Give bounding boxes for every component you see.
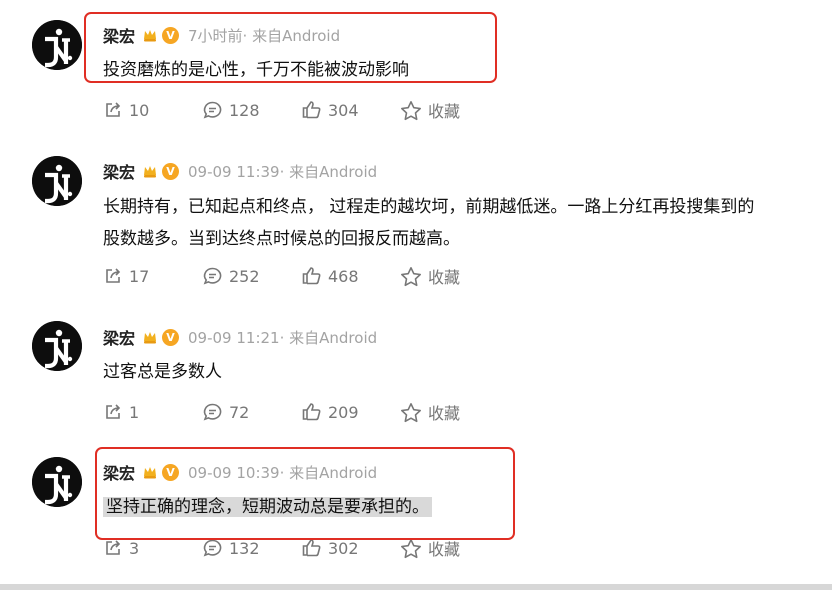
post-meta: 梁宏 V 09-09 11:21· 来自Android bbox=[103, 326, 377, 348]
verified-v-icon: V bbox=[162, 463, 180, 481]
post-time-source[interactable]: 7小时前· 来自Android bbox=[188, 25, 340, 46]
author-name[interactable]: 梁宏 bbox=[103, 23, 135, 47]
star-icon bbox=[401, 100, 421, 120]
avatar[interactable] bbox=[32, 20, 82, 70]
like-button[interactable]: 304 bbox=[301, 99, 359, 121]
like-count: 302 bbox=[328, 538, 359, 558]
post-text-line: 过客总是多数人 bbox=[103, 362, 222, 382]
avatar[interactable] bbox=[32, 321, 82, 371]
comment-icon bbox=[203, 101, 222, 119]
repost-count: 3 bbox=[129, 538, 140, 558]
comment-button[interactable]: 132 bbox=[202, 537, 260, 559]
favorite-label: 收藏 bbox=[428, 404, 461, 423]
comment-button[interactable]: 72 bbox=[202, 401, 249, 423]
repost-count: 17 bbox=[129, 266, 150, 286]
repost-icon bbox=[106, 404, 121, 419]
repost-icon bbox=[106, 540, 121, 555]
comment-count: 72 bbox=[229, 402, 250, 422]
favorite-label: 收藏 bbox=[428, 268, 461, 287]
like-count: 209 bbox=[328, 402, 359, 422]
like-button[interactable]: 209 bbox=[301, 401, 359, 423]
post-time-source[interactable]: 09-09 11:21· 来自Android bbox=[188, 327, 377, 348]
post-meta: 梁宏 V 09-09 10:39· 来自Android bbox=[103, 461, 377, 483]
post-text: 过客总是多数人 bbox=[103, 356, 828, 388]
like-icon bbox=[302, 539, 321, 557]
post-meta: 梁宏 V 7小时前· 来自Android bbox=[103, 24, 340, 46]
comment-button[interactable]: 128 bbox=[202, 99, 260, 121]
avatar[interactable] bbox=[32, 156, 82, 206]
bottom-scrollbar-track[interactable] bbox=[0, 584, 832, 590]
crown-badge-icon bbox=[142, 329, 158, 345]
author-name[interactable]: 梁宏 bbox=[103, 460, 135, 484]
repost-button[interactable]: 17 bbox=[103, 265, 149, 287]
repost-button[interactable]: 3 bbox=[103, 537, 139, 559]
like-count: 304 bbox=[328, 100, 359, 120]
comment-icon bbox=[203, 539, 222, 557]
post-text-line: 坚持正确的理念，短期波动总是要承担的。 bbox=[103, 497, 432, 517]
verified-v-icon: V bbox=[162, 328, 180, 346]
repost-button[interactable]: 10 bbox=[103, 99, 149, 121]
favorite-button[interactable]: 收藏 bbox=[400, 265, 460, 287]
like-button[interactable]: 302 bbox=[301, 537, 359, 559]
star-icon bbox=[401, 538, 421, 558]
post-text: 投资磨炼的是心性，千万不能被波动影响 bbox=[103, 54, 828, 86]
like-button[interactable]: 468 bbox=[301, 265, 359, 287]
favorite-label: 收藏 bbox=[428, 540, 461, 559]
avatar[interactable] bbox=[32, 457, 82, 507]
favorite-button[interactable]: 收藏 bbox=[400, 401, 460, 423]
author-name[interactable]: 梁宏 bbox=[103, 159, 135, 183]
like-count: 468 bbox=[328, 266, 359, 286]
comment-button[interactable]: 252 bbox=[202, 265, 260, 287]
crown-badge-icon bbox=[142, 464, 158, 480]
crown-badge-icon bbox=[142, 27, 158, 43]
repost-button[interactable]: 1 bbox=[103, 401, 139, 423]
favorite-button[interactable]: 收藏 bbox=[400, 537, 460, 559]
post-meta: 梁宏 V 09-09 11:39· 来自Android bbox=[103, 160, 377, 182]
comment-count: 252 bbox=[229, 266, 260, 286]
post-text: 长期持有，已知起点和终点， 过程走的越坎坷，前期越低迷。一路上分红再投搜集到的 … bbox=[103, 191, 828, 255]
post-text-line: 股数越多。当到达终点时候总的回报反而越高。 bbox=[103, 229, 460, 249]
comment-icon bbox=[203, 403, 222, 421]
like-icon bbox=[302, 267, 321, 285]
crown-badge-icon bbox=[142, 163, 158, 179]
star-icon bbox=[401, 266, 421, 286]
verified-v-icon: V bbox=[162, 26, 180, 44]
star-icon bbox=[401, 402, 421, 422]
favorite-label: 收藏 bbox=[428, 102, 461, 121]
repost-count: 1 bbox=[129, 402, 140, 422]
comment-count: 128 bbox=[229, 100, 260, 120]
post-time-source[interactable]: 09-09 11:39· 来自Android bbox=[188, 161, 377, 182]
favorite-button[interactable]: 收藏 bbox=[400, 99, 460, 121]
repost-count: 10 bbox=[129, 100, 150, 120]
post-text: 坚持正确的理念，短期波动总是要承担的。 bbox=[103, 491, 828, 523]
like-icon bbox=[302, 403, 321, 421]
verified-v-icon: V bbox=[162, 162, 180, 180]
author-name[interactable]: 梁宏 bbox=[103, 325, 135, 349]
repost-icon bbox=[106, 102, 121, 117]
comment-icon bbox=[203, 267, 222, 285]
post-text-line: 长期持有，已知起点和终点， 过程走的越坎坷，前期越低迷。一路上分红再投搜集到的 bbox=[103, 197, 755, 217]
comment-count: 132 bbox=[229, 538, 260, 558]
like-icon bbox=[302, 101, 321, 119]
post-time-source[interactable]: 09-09 10:39· 来自Android bbox=[188, 462, 377, 483]
post-text-line: 投资磨炼的是心性，千万不能被波动影响 bbox=[103, 60, 409, 80]
repost-icon bbox=[106, 268, 121, 283]
